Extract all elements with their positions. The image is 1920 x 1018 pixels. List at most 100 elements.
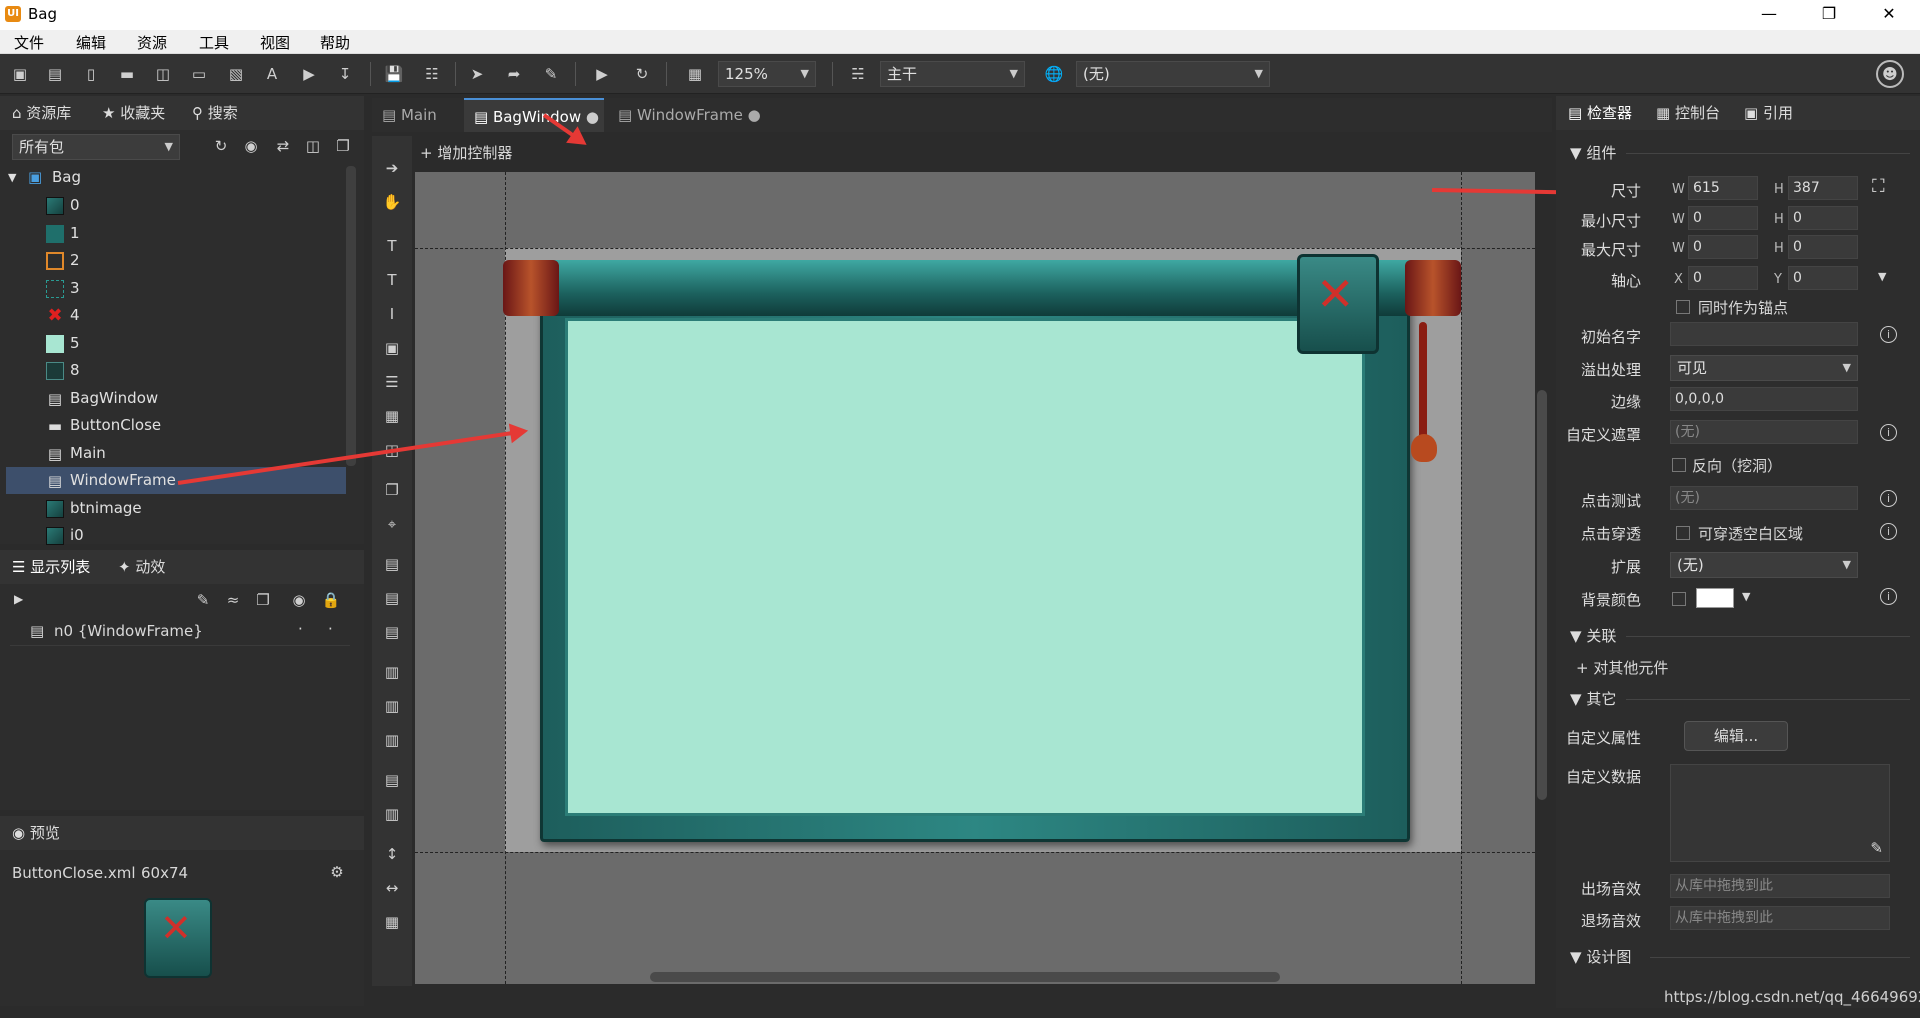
refresh-icon[interactable]: ↻: [210, 136, 232, 156]
tree-item[interactable]: 5: [6, 330, 346, 357]
minimize-button[interactable]: —: [1746, 0, 1792, 30]
list-tool-icon[interactable]: ☰: [381, 372, 403, 392]
section-relation[interactable]: ▼ 关联: [1570, 625, 1616, 646]
mask-input[interactable]: (无): [1670, 420, 1858, 444]
zoom-select[interactable]: 125% ▼: [718, 61, 816, 87]
image-tool-icon[interactable]: ▣: [381, 338, 403, 358]
tree-item[interactable]: 3: [6, 275, 346, 302]
max-height-input[interactable]: 0: [1788, 235, 1858, 259]
tree-item[interactable]: i0: [6, 522, 346, 549]
new-component-icon[interactable]: ▤: [44, 64, 66, 84]
loader-tool-icon[interactable]: ▦: [381, 406, 403, 426]
save-all-icon[interactable]: ☷: [421, 64, 443, 84]
section-component[interactable]: ▼ 组件: [1570, 142, 1616, 163]
scrollbar[interactable]: [346, 166, 356, 466]
visibility-dot[interactable]: ·: [298, 620, 303, 638]
menu-view[interactable]: 视图: [260, 32, 290, 53]
tree-root[interactable]: ▼ ▣ Bag: [0, 164, 340, 191]
custom-data-textarea[interactable]: ✎: [1670, 764, 1890, 862]
bg-color-checkbox[interactable]: [1672, 592, 1686, 606]
transform-tool-icon[interactable]: ⌖: [381, 514, 403, 534]
text-tool-icon[interactable]: T: [381, 236, 403, 256]
import-icon[interactable]: ↧: [334, 64, 356, 84]
menu-file[interactable]: 文件: [14, 32, 44, 53]
same-height-icon[interactable]: ↕: [381, 844, 403, 864]
tree-item[interactable]: 0: [6, 192, 346, 219]
branch-select[interactable]: 主干 ▼: [880, 61, 1025, 87]
min-height-input[interactable]: 0: [1788, 206, 1858, 230]
monitor-icon[interactable]: ▦: [684, 64, 706, 84]
chevron-down-icon[interactable]: ▼: [1742, 590, 1750, 603]
align-top-icon[interactable]: ▤: [381, 554, 403, 574]
design-canvas[interactable]: ✕: [415, 172, 1535, 984]
section-design[interactable]: ▼ 设计图: [1570, 946, 1631, 967]
tree-item[interactable]: btnimage: [6, 495, 346, 522]
reverse-checkbox[interactable]: [1672, 458, 1686, 472]
play-icon[interactable]: ▶: [591, 64, 613, 84]
hand-tool-icon[interactable]: ✋: [381, 192, 403, 212]
grid-icon[interactable]: ▦: [381, 912, 403, 932]
align-left-icon[interactable]: ▥: [381, 662, 403, 682]
new-label-icon[interactable]: ▯: [80, 64, 102, 84]
info-icon[interactable]: i: [1880, 523, 1897, 540]
lock-dot[interactable]: ·: [328, 620, 333, 638]
distribute-v-icon[interactable]: ▤: [381, 770, 403, 790]
tab-bagwindow[interactable]: ▤ BagWindow ●: [464, 98, 604, 132]
duplicate-icon[interactable]: ❐: [252, 590, 274, 610]
tab-library[interactable]: ⌂ 资源库: [12, 102, 71, 123]
pivot-y-input[interactable]: 0: [1788, 266, 1858, 290]
frame-close-button[interactable]: ✕: [1297, 254, 1379, 354]
group-tool-icon[interactable]: ❐: [381, 480, 403, 500]
tab-console[interactable]: ▦ 控制台: [1656, 102, 1720, 123]
expand-edit-icon[interactable]: ✎: [1870, 839, 1883, 857]
color-swatch[interactable]: [1696, 588, 1734, 608]
publish-all-icon[interactable]: ➦: [503, 64, 525, 84]
menu-assets[interactable]: 资源: [137, 32, 167, 53]
new-button-icon[interactable]: ▬: [116, 64, 138, 84]
min-width-input[interactable]: 0: [1688, 206, 1758, 230]
tree-item[interactable]: ▤ WindowFrame: [6, 467, 346, 494]
info-icon[interactable]: i: [1880, 424, 1897, 441]
restore-button[interactable]: ❐: [1806, 0, 1852, 30]
eye-icon[interactable]: ◉: [288, 590, 310, 610]
tree-item[interactable]: ✖ 4: [6, 302, 346, 329]
margin-input[interactable]: 0,0,0,0: [1670, 387, 1858, 411]
pivot-x-input[interactable]: 0: [1688, 266, 1758, 290]
new-combobox-icon[interactable]: ◫: [152, 64, 174, 84]
new-font-icon[interactable]: A: [261, 64, 283, 84]
save-icon[interactable]: 💾: [383, 64, 405, 84]
align-center-icon[interactable]: ▥: [381, 696, 403, 716]
chevron-down-icon[interactable]: ▼: [1878, 270, 1886, 283]
tab-search[interactable]: ⚲ 搜索: [192, 102, 238, 123]
tree-item[interactable]: 2: [6, 247, 346, 274]
language-select[interactable]: (无) ▼: [1076, 61, 1270, 87]
tree-item[interactable]: ▤ BagWindow: [6, 385, 346, 412]
refresh-icon[interactable]: ↻: [631, 64, 653, 84]
height-input[interactable]: 387: [1788, 176, 1858, 200]
tab-main[interactable]: ▤ Main: [372, 98, 460, 132]
info-icon[interactable]: i: [1880, 326, 1897, 343]
width-input[interactable]: 615: [1688, 176, 1758, 200]
split-view-icon[interactable]: ◫: [302, 136, 324, 156]
menu-help[interactable]: 帮助: [320, 32, 350, 53]
tab-windowframe[interactable]: ▤ WindowFrame ●: [608, 98, 768, 132]
tree-item[interactable]: ▬ ButtonClose: [6, 412, 346, 439]
menu-edit[interactable]: 编辑: [76, 32, 106, 53]
user-avatar-icon[interactable]: ☻: [1876, 60, 1904, 88]
extend-select[interactable]: (无) ▼: [1670, 552, 1858, 578]
align-middle-icon[interactable]: ▤: [381, 588, 403, 608]
info-icon[interactable]: i: [1880, 588, 1897, 605]
hit-test-input[interactable]: (无): [1670, 486, 1858, 510]
same-width-icon[interactable]: ↔: [381, 878, 403, 898]
display-list-item[interactable]: ▤ n0 {WindowFrame} · ·: [10, 618, 350, 646]
distribute-h-icon[interactable]: ▥: [381, 804, 403, 824]
new-movieclip-icon[interactable]: ▶: [298, 64, 320, 84]
section-other[interactable]: ▼ 其它: [1570, 688, 1616, 709]
swap-icon[interactable]: ⇄: [272, 136, 294, 156]
horizontal-scrollbar[interactable]: [650, 972, 1280, 982]
fullscreen-icon[interactable]: ⛶: [1872, 176, 1885, 197]
tab-transitions[interactable]: ✦ 动效: [118, 556, 165, 577]
tree-item[interactable]: 8: [6, 357, 346, 384]
new-progress-icon[interactable]: ▭: [188, 64, 210, 84]
align-right-icon[interactable]: ▥: [381, 730, 403, 750]
